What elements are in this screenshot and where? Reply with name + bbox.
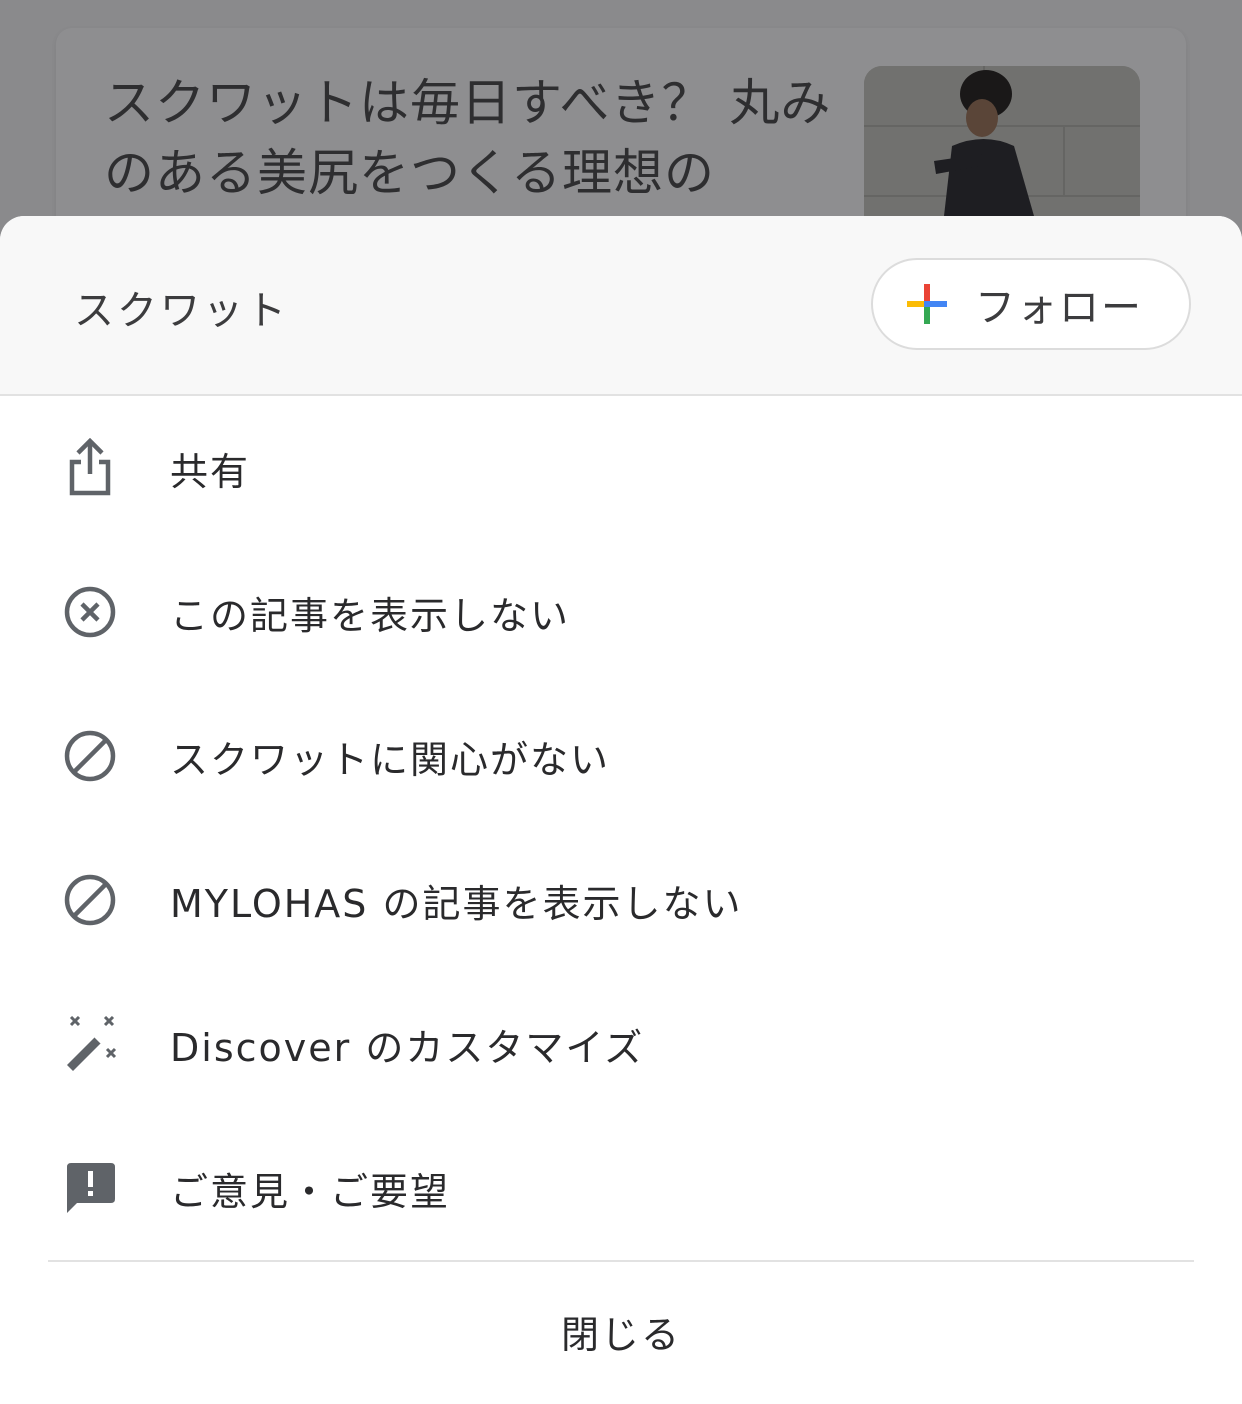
menu-item-label: MYLOHAS の記事を表示しない	[170, 881, 743, 926]
magic-wand-icon	[60, 1014, 120, 1074]
topic-name: スクワット	[74, 288, 289, 334]
colored-plus-icon	[907, 284, 947, 324]
menu-item-label: 共有	[170, 449, 251, 494]
background-article-title: スクワットは毎日すべき？ 丸みのある美尻をつくる理想の	[104, 74, 832, 202]
bottom-sheet: スクワット フォロー 共有 この記事を表示しない スクワットに関心がない MYL…	[0, 216, 1242, 1404]
share-icon	[60, 438, 120, 498]
close-button[interactable]: 閉じる	[0, 1286, 1242, 1376]
sheet-header: スクワット フォロー	[0, 216, 1242, 396]
follow-button[interactable]: フォロー	[871, 258, 1191, 350]
menu-item-label: ご意見・ご要望	[170, 1169, 451, 1214]
block-icon	[60, 870, 120, 930]
menu-item-share[interactable]: 共有	[0, 396, 1242, 540]
menu-item-hide-article[interactable]: この記事を表示しない	[0, 540, 1242, 684]
follow-label: フォロー	[975, 285, 1143, 331]
menu-item-label: Discover のカスタマイズ	[170, 1025, 645, 1070]
menu-item-not-interested-topic[interactable]: スクワットに関心がない	[0, 684, 1242, 828]
menu-item-feedback[interactable]: ご意見・ご要望	[0, 1116, 1242, 1260]
close-circle-icon	[60, 582, 120, 642]
menu-item-customize-discover[interactable]: Discover のカスタマイズ	[0, 972, 1242, 1116]
action-menu: 共有 この記事を表示しない スクワットに関心がない MYLOHAS の記事を表示…	[0, 396, 1242, 1260]
feedback-icon	[60, 1158, 120, 1218]
divider	[48, 1260, 1194, 1262]
menu-item-hide-source[interactable]: MYLOHAS の記事を表示しない	[0, 828, 1242, 972]
block-icon	[60, 726, 120, 786]
menu-item-label: この記事を表示しない	[170, 593, 571, 638]
menu-item-label: スクワットに関心がない	[170, 737, 611, 782]
